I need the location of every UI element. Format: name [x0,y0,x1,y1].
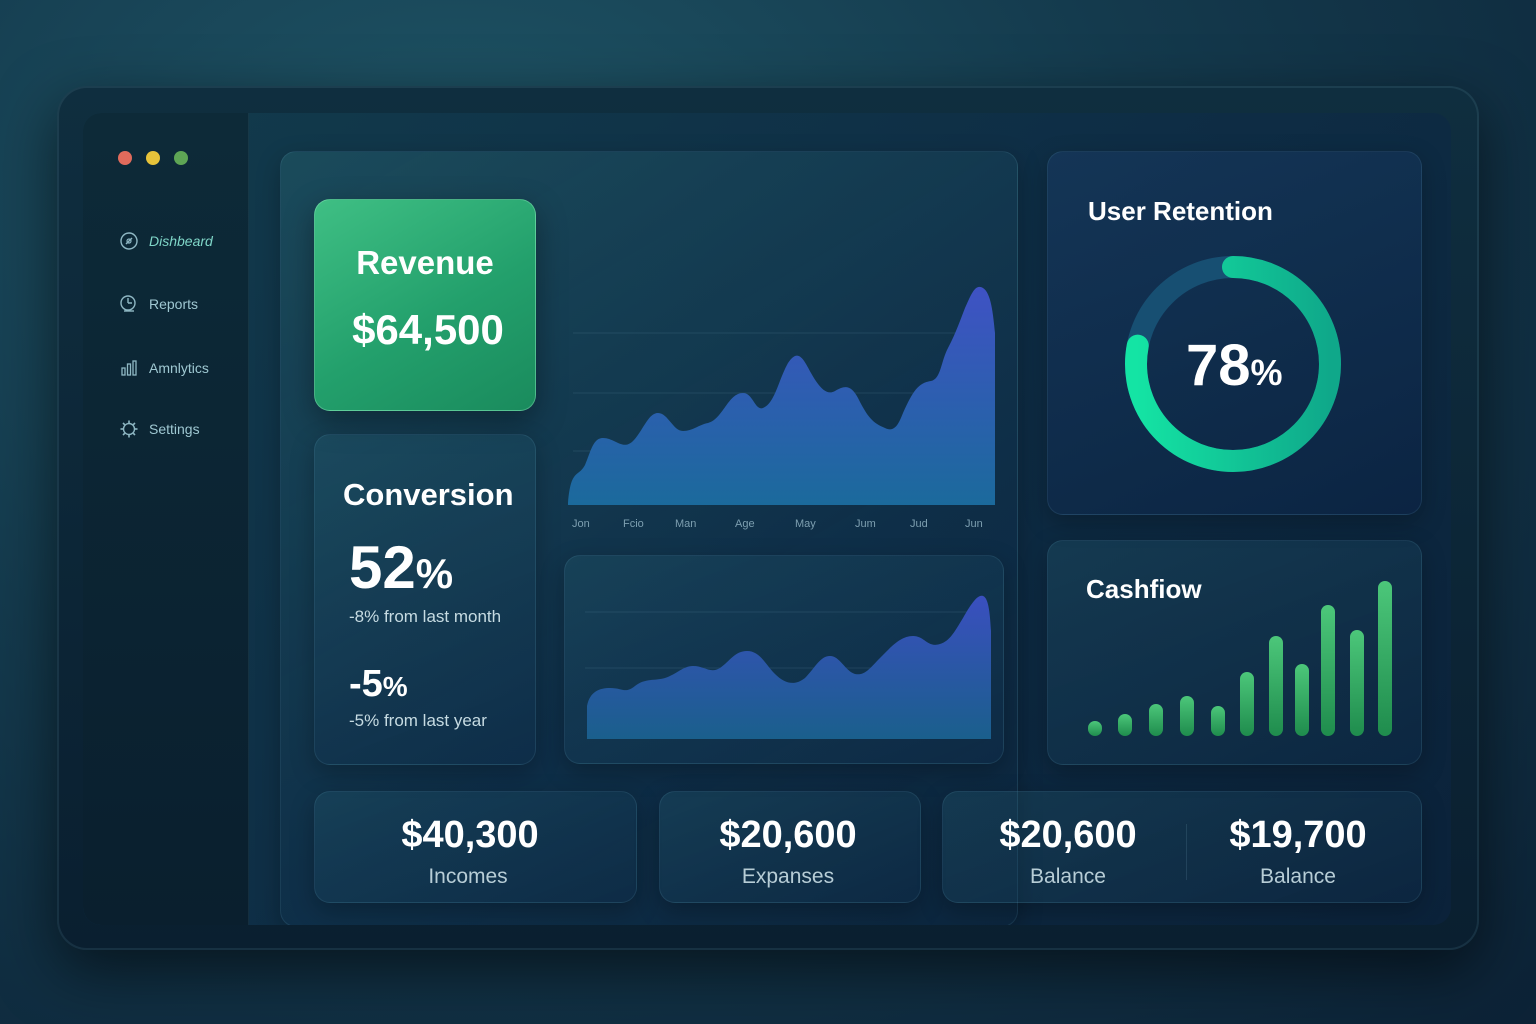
month-tick: Jum [855,518,876,530]
summary-value: $19,700 [1229,814,1367,856]
conversion-year-value: -5% [349,663,408,706]
conversion-card[interactable]: Conversion 52% -8% from last month -5% -… [314,434,536,765]
cashflow-bar [1269,636,1283,736]
main-area-chart [568,286,995,505]
cashflow-bar [1118,714,1132,736]
window-minimize-button[interactable] [146,151,160,165]
sidebar-item-label: Reports [149,296,199,312]
retention-value: 78% [1186,332,1283,399]
revenue-title: Revenue [356,244,494,281]
conversion-year-unit: % [382,671,408,702]
summary-value: $20,600 [999,814,1137,856]
conversion-value-unit: % [415,550,454,597]
user-retention-card[interactable]: User Retention 78% [1047,151,1422,515]
summary-card-incomes[interactable]: $40,300 Incomes [314,791,637,903]
reports-icon [119,294,139,314]
conversion-title: Conversion [343,477,514,512]
sidebar-item-reports[interactable]: Reports [119,292,198,316]
summary-value: $20,600 [719,814,857,856]
summary-label: Incomes [428,865,508,888]
retention-value-number: 78 [1186,333,1251,398]
dashboard-icon [119,231,139,251]
cashflow-bar [1211,706,1225,736]
conversion-month-delta: -8% from last month [349,607,502,626]
secondary-area-series [587,595,991,739]
summary-label: Balance [1030,865,1106,888]
sidebar: Dishbeard Reports Amnlytics Settings [83,113,249,925]
summary-label: Expanses [741,865,835,888]
retention-value-unit: % [1250,352,1283,393]
revenue-card[interactable]: Revenue $64,500 [314,199,536,411]
summary-card-expanses[interactable]: $20,600 Expanses [659,791,921,903]
month-tick: Age [735,518,755,530]
window-maximize-button[interactable] [174,151,188,165]
month-tick: Jud [910,518,928,530]
sidebar-item-label: Dishbeard [149,233,213,249]
month-tick: May [795,518,816,530]
sidebar-item-label: Settings [149,421,200,437]
cashflow-bar [1295,664,1309,736]
sidebar-item-label: Amnlytics [149,360,209,376]
month-tick: Jun [965,518,983,530]
sidebar-item-dashboard[interactable]: Dishbeard [119,229,213,253]
summary-value: $40,300 [401,814,539,856]
sidebar-item-analytics[interactable]: Amnlytics [119,356,209,380]
conversion-value-number: 52 [349,534,416,601]
secondary-area-chart [585,595,991,739]
secondary-chart-card[interactable] [564,555,1004,764]
main-area-series [568,286,995,505]
cashflow-card[interactable]: Cashfiow [1047,540,1422,765]
cashflow-bar [1321,605,1335,736]
cashflow-bar [1088,721,1102,736]
cashflow-bar [1149,704,1163,736]
retention-title: User Retention [1088,196,1273,226]
conversion-year-delta: -5% from last year [349,711,487,730]
summary-card-balance[interactable]: $20,600 Balance $19,700 Balance [942,791,1422,903]
revenue-value: $64,500 [352,306,504,353]
cashflow-bar [1240,672,1254,736]
cashflow-bar [1180,696,1194,736]
conversion-year-number: -5 [349,663,383,705]
cashflow-bar [1350,630,1364,736]
month-tick: Man [675,518,697,530]
month-tick: Fcio [623,518,644,530]
analytics-icon [119,358,139,378]
window-close-button[interactable] [118,151,132,165]
cashflow-bars [1088,576,1408,736]
sidebar-item-settings[interactable]: Settings [119,417,200,441]
conversion-value: 52% [349,533,453,602]
summary-label: Balance [1260,865,1336,888]
app-window: Dishbeard Reports Amnlytics Settings Rev… [83,113,1451,925]
cashflow-bar [1378,581,1392,736]
month-tick: Jon [572,518,590,530]
gear-icon [119,419,139,439]
